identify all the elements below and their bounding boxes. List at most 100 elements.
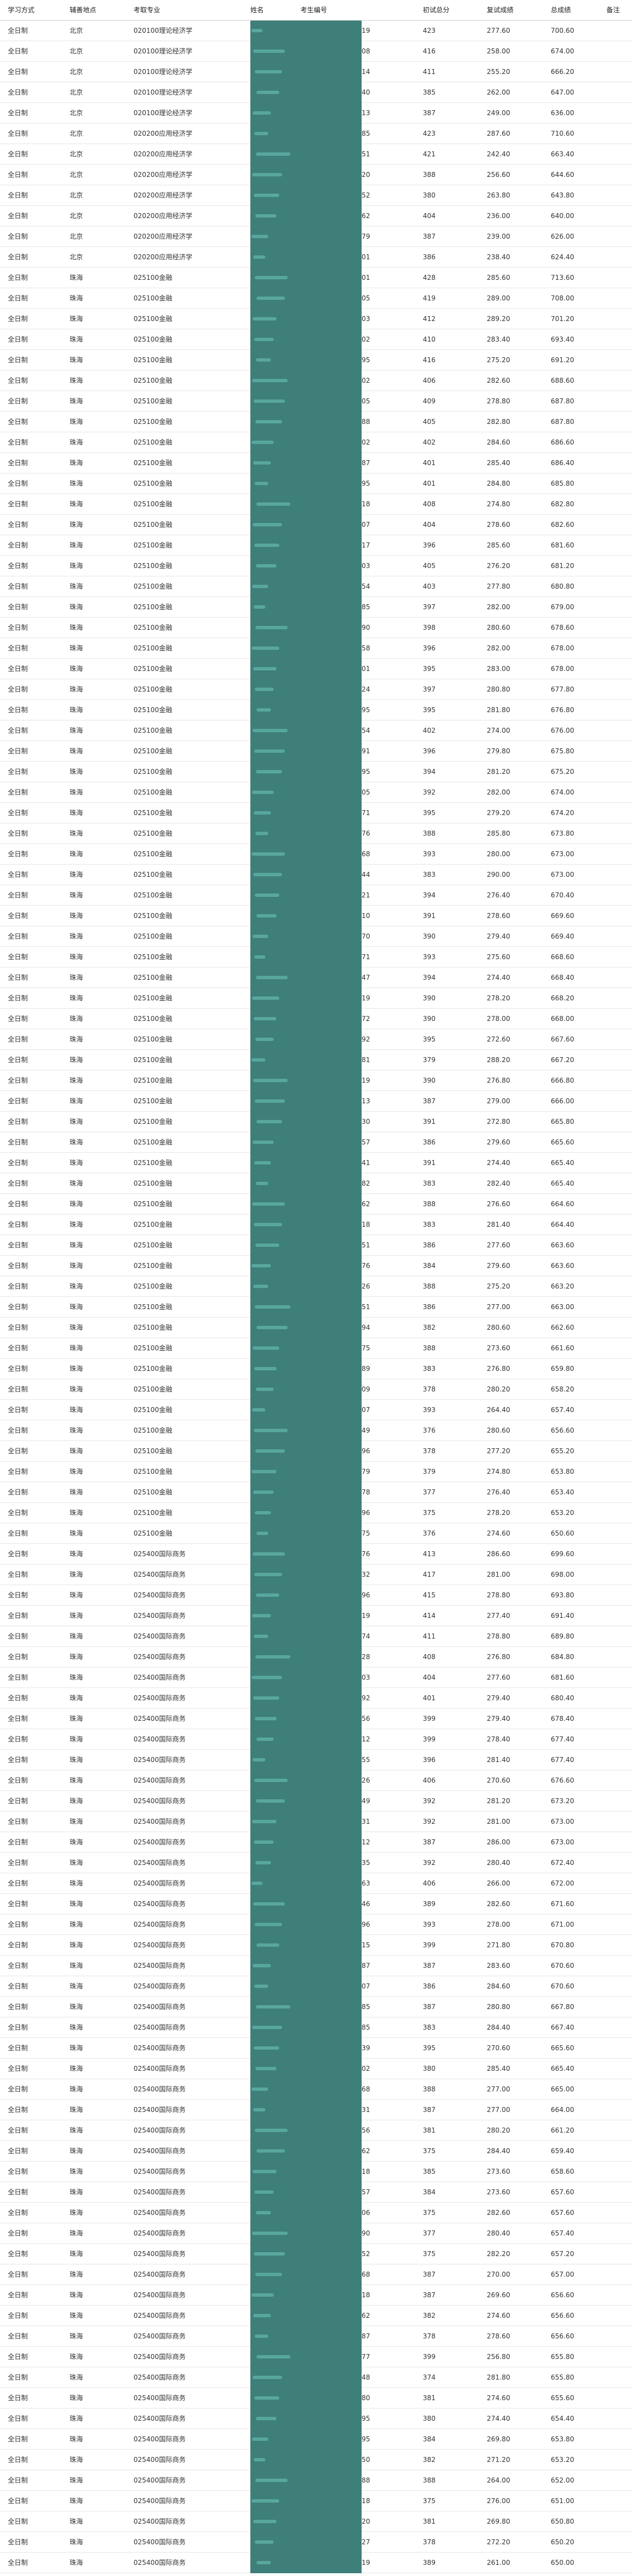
cell-retest-score: 282.80 [487,418,510,426]
redaction-trace [254,2396,279,2400]
cell-retest-score: 274.40 [487,2415,510,2422]
cell-location: 珠海 [70,665,83,673]
cell-location: 珠海 [70,1571,83,1578]
cell-retest-score: 282.00 [487,603,510,611]
redaction-trace [256,1120,282,1123]
exam-id-suffix: 07 [362,1406,371,1414]
cell-study-mode: 全日制 [8,2332,28,2340]
cell-major: 025400国际商务 [134,1879,186,1887]
redaction-trace [256,564,276,567]
cell-retest-score: 273.60 [487,1344,510,1352]
cell-study-mode: 全日制 [8,788,28,796]
cell-study-mode: 全日制 [8,2147,28,2155]
cell-study-mode: 全日制 [8,891,28,899]
redaction-trace [254,1017,276,1020]
cell-location: 珠海 [70,747,83,755]
cell-initial-score: 396 [423,541,436,549]
cell-location: 珠海 [70,2250,83,2258]
exam-id-suffix: 20 [362,171,371,179]
exam-id-suffix: 07 [362,1982,371,1990]
exam-id-suffix: 80 [362,2394,371,2402]
cell-major: 025100金融 [134,747,172,755]
table-header: 学习方式 辅善地点 考取专业 姓名 考生编号 初试总分 复试成绩 总成绩 备注 [0,0,632,21]
cell-initial-score: 395 [423,2044,436,2052]
cell-major: 025400国际商务 [134,2476,186,2484]
cell-total-score: 667.60 [551,1035,574,1043]
redaction-trace [253,1141,274,1144]
cell-study-mode: 全日制 [8,1468,28,1475]
header-exam-id: 考生编号 [300,6,328,14]
cell-initial-score: 387 [423,109,436,117]
cell-major: 025400国际商务 [134,2168,186,2175]
cell-retest-score: 239.00 [487,233,510,240]
cell-location: 珠海 [70,2229,83,2237]
exam-id-suffix: 19 [362,1612,371,1620]
cell-location: 珠海 [70,2085,83,2093]
cell-initial-score: 379 [423,1056,436,1064]
cell-total-score: 678.40 [551,1715,574,1723]
cell-major: 025100金融 [134,891,172,899]
cell-retest-score: 278.40 [487,1735,510,1743]
cell-study-mode: 全日制 [8,830,28,837]
redaction-trace [255,1923,282,1926]
cell-location: 珠海 [70,2168,83,2175]
exam-id-suffix: 63 [362,1879,371,1887]
cell-retest-score: 283.60 [487,1962,510,1970]
cell-location: 珠海 [70,1838,83,1846]
cell-initial-score: 386 [423,1241,436,1249]
cell-total-score: 671.00 [551,1921,574,1928]
exam-id-suffix: 68 [362,2085,371,2093]
cell-study-mode: 全日制 [8,1488,28,1496]
cell-retest-score: 242.40 [487,150,510,158]
cell-total-score: 674.00 [551,788,574,796]
cell-retest-score: 274.40 [487,974,510,981]
cell-initial-score: 393 [423,850,436,858]
cell-location: 珠海 [70,583,83,590]
cell-major: 025100金融 [134,1447,172,1455]
exam-id-suffix: 02 [362,2065,371,2072]
cell-major: 025100金融 [134,1427,172,1434]
cell-location: 北京 [70,150,83,158]
cell-major: 020200应用经济学 [134,191,192,199]
cell-initial-score: 387 [423,1962,436,1970]
cell-major: 025400国际商务 [134,1735,186,1743]
cell-total-score: 657.00 [551,2271,574,2278]
cell-retest-score: 274.60 [487,1529,510,1537]
cell-major: 025100金融 [134,871,172,879]
cell-major: 025100金融 [134,706,172,714]
cell-study-mode: 全日制 [8,974,28,981]
cell-retest-score: 279.80 [487,747,510,755]
cell-initial-score: 376 [423,1427,436,1434]
cell-study-mode: 全日制 [8,1097,28,1105]
cell-location: 珠海 [70,2435,83,2443]
cell-location: 珠海 [70,562,83,570]
cell-total-score: 667.20 [551,1056,574,1064]
cell-location: 珠海 [70,438,83,446]
cell-major: 025100金融 [134,377,172,384]
cell-total-score: 670.80 [551,1941,574,1949]
cell-location: 珠海 [70,2147,83,2155]
cell-study-mode: 全日制 [8,2044,28,2052]
cell-initial-score: 395 [423,1035,436,1043]
redaction-trace [255,70,282,73]
exam-id-suffix: 95 [362,356,371,364]
cell-study-mode: 全日制 [8,1797,28,1805]
cell-initial-score: 384 [423,2435,436,2443]
cell-total-score: 693.80 [551,1591,574,1599]
cell-location: 珠海 [70,2312,83,2320]
cell-retest-score: 269.80 [487,2435,510,2443]
redaction-trace [251,29,263,32]
cell-initial-score: 392 [423,1818,436,1825]
cell-major: 025100金融 [134,1344,172,1352]
cell-location: 珠海 [70,315,83,323]
exam-id-suffix: 96 [362,1591,371,1599]
cell-location: 珠海 [70,1344,83,1352]
cell-major: 025400国际商务 [134,2518,186,2525]
redaction-trace [254,605,265,609]
cell-study-mode: 全日制 [8,521,28,529]
cell-total-score: 652.00 [551,2476,574,2484]
cell-initial-score: 388 [423,2476,436,2484]
cell-location: 珠海 [70,768,83,776]
cell-location: 北京 [70,47,83,55]
cell-major: 020100理论经济学 [134,47,192,55]
